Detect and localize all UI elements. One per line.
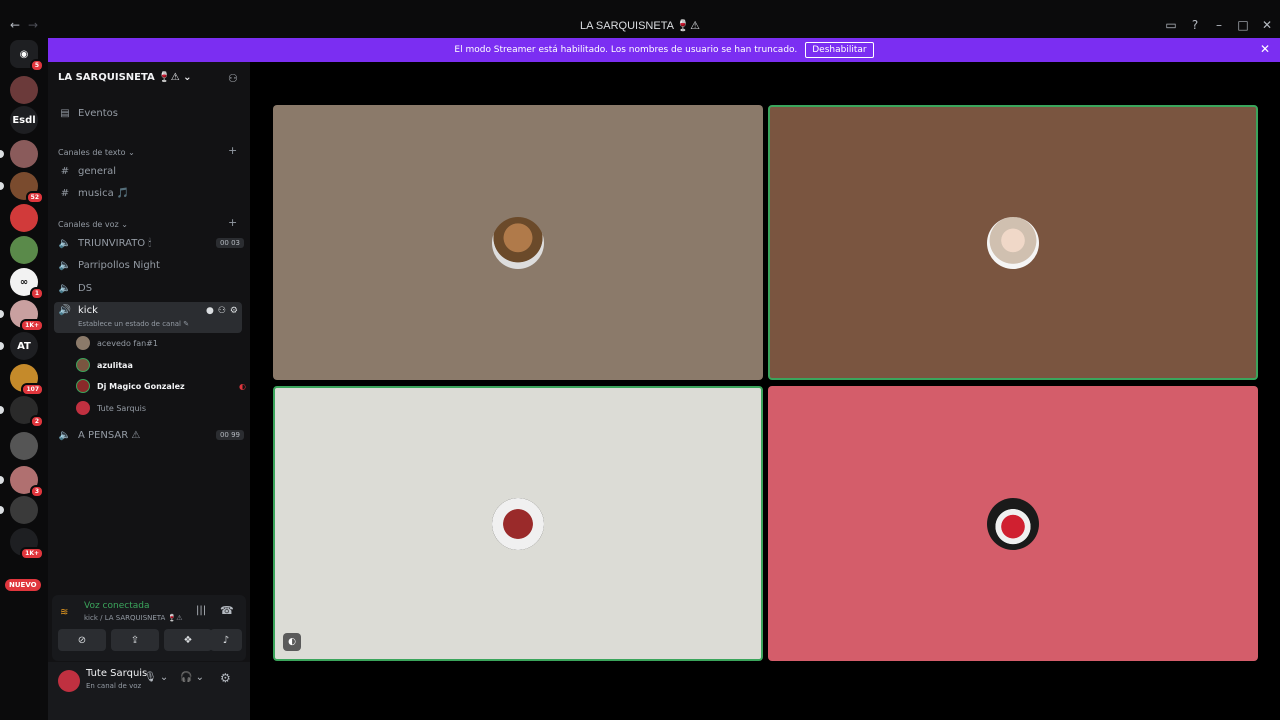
speaker-icon: 🔈 [58,282,72,294]
events-item[interactable]: ▤ Eventos [56,103,244,123]
add-channel-icon[interactable]: + [228,216,237,229]
deafen-icon: ◐ [283,633,301,651]
help-icon[interactable]: ? [1188,18,1202,32]
microphone-icon[interactable]: 🎙 ⌄ [144,672,168,683]
inbox-icon[interactable]: ▭ [1164,18,1178,32]
channel-musica[interactable]: # musica 🎵 [56,183,244,203]
signal-icon: ≋ [60,607,69,618]
server-icon[interactable]: 1K+ [0,300,44,332]
window-title: LA SARQUISNETA 🍷⚠ [580,20,700,32]
activities-icon: ❖ [183,634,193,646]
maximize-icon[interactable]: □ [1236,18,1250,32]
camera-off-icon: ⊘ [77,634,87,646]
channel-general[interactable]: # general [56,161,244,181]
avatar[interactable] [58,670,80,692]
deafen-icon: ◐ [239,381,246,391]
disconnect-icon[interactable]: ☎ [220,604,234,617]
server-icon[interactable]: 2 [0,396,44,428]
invite-icon[interactable]: ⚇ [218,306,226,316]
banner-text: El modo Streamer está habilitado. Los no… [454,45,798,55]
hash-icon: # [60,187,70,199]
noise-suppression-icon[interactable]: ||| [196,605,206,616]
banner-close-icon[interactable]: ✕ [1260,42,1270,56]
video-grid: ◐ [250,62,1280,720]
camera-button[interactable]: ⊘ [58,629,106,651]
server-icon[interactable] [0,496,38,524]
participant-tile[interactable] [768,105,1258,380]
avatar [987,497,1039,550]
calendar-icon: ▤ [60,107,70,119]
voice-channel[interactable]: 🔈 Parripollos Night [56,255,244,275]
screenshare-button[interactable]: ⇪ [111,629,159,651]
server-icon[interactable] [10,76,38,104]
server-rail: ◉ 5 Esdl 52 ∞ 1 1K+ AT 107 2 3 1K+ NUEVO [0,38,48,598]
avatar [492,216,544,269]
server-icon[interactable] [10,432,38,460]
voice-location[interactable]: kick / LA SARQUISNETA 🍷⚠ [84,614,183,622]
voice-channel[interactable]: 🔈 A PENSAR ⚠ 00 99 [56,425,244,445]
headphones-icon[interactable]: 🎧 ⌄ [180,672,204,683]
channel-sidebar: LA SARQUISNETA 🍷⚠ ⌄ ⚇ ▤ Eventos Canales d… [48,62,250,720]
server-icon[interactable] [10,236,38,264]
screenshare-icon: ⇪ [130,634,140,646]
speaker-icon: 🔈 [58,259,72,271]
server-icon[interactable]: ∞ 1 [10,268,44,300]
voice-channel[interactable]: 🔈 TRIUNVIRATO 🕯 00 03 [56,233,244,253]
close-icon[interactable]: ✕ [1260,18,1274,32]
server-icon[interactable] [10,204,38,232]
home-badge: 5 [29,59,44,72]
server-icon[interactable]: Esdl [10,106,38,134]
voice-user[interactable]: azulitaa [76,355,133,375]
voice-user[interactable]: acevedo fan#1 [76,333,158,353]
guild-header[interactable]: LA SARQUISNETA 🍷⚠ ⌄ [58,72,192,83]
invite-icon[interactable]: ⚇ [228,72,238,85]
disable-streamer-button[interactable]: Deshabilitar [805,42,874,58]
server-icon[interactable]: AT [0,332,38,360]
participant-tile[interactable] [768,386,1258,661]
chat-icon[interactable]: ● [206,306,214,316]
server-icon[interactable] [0,140,38,168]
chevron-down-icon: ⌄ [183,72,192,83]
avatar [987,216,1039,269]
speaker-icon: 🔊 [58,305,72,316]
new-badge: NUEVO [5,579,41,591]
voice-status: Voz conectada [84,601,150,611]
streamer-mode-banner: El modo Streamer está habilitado. Los no… [48,38,1280,62]
voice-category[interactable]: Canales de voz ⌄ [58,220,128,229]
user-panel: Tute Sarquis En canal de voz 🎙 ⌄ 🎧 ⌄ ⚙ [48,662,250,720]
server-icon[interactable]: 1K+ [10,528,44,560]
voice-user[interactable]: Dj Magico Gonzalez ◐ [76,376,246,396]
voice-connection-panel: ≋ Voz conectada kick / LA SARQUISNETA 🍷⚠… [52,595,246,661]
text-category[interactable]: Canales de texto ⌄ [58,148,135,157]
channel-status[interactable]: Establece un estado de canal ✎ [78,320,189,328]
soundboard-button[interactable]: ♪ [210,629,242,651]
participant-tile[interactable] [273,105,763,380]
gear-icon[interactable]: ⚙ [220,671,231,685]
voice-user[interactable]: Tute Sarquis [76,398,146,418]
active-voice-channel[interactable]: 🔊 kick Establece un estado de canal ✎ ● ⚇… [54,302,242,333]
speaker-icon: 🔈 [58,237,72,249]
hash-icon: # [60,165,70,177]
add-channel-icon[interactable]: + [228,144,237,157]
minimize-icon[interactable]: – [1212,18,1226,32]
soundboard-icon: ♪ [222,634,230,646]
server-icon[interactable]: 3 [0,466,44,498]
server-icon[interactable]: 107 [10,364,44,396]
username[interactable]: Tute Sarquis [86,668,147,679]
server-icon[interactable]: 52 [0,172,44,204]
participant-tile[interactable]: ◐ [273,386,763,661]
home-button[interactable]: ◉ 5 [10,40,44,72]
activities-button[interactable]: ❖ [164,629,212,651]
user-status: En canal de voz [86,682,142,690]
speaker-icon: 🔈 [58,429,72,441]
gear-icon[interactable]: ⚙ [230,306,238,316]
avatar [492,497,544,550]
voice-channel[interactable]: 🔈 DS [56,278,244,298]
title-bar: ← → LA SARQUISNETA 🍷⚠ ▭ ? – □ ✕ [0,0,1280,38]
discord-icon: ◉ [19,48,29,60]
